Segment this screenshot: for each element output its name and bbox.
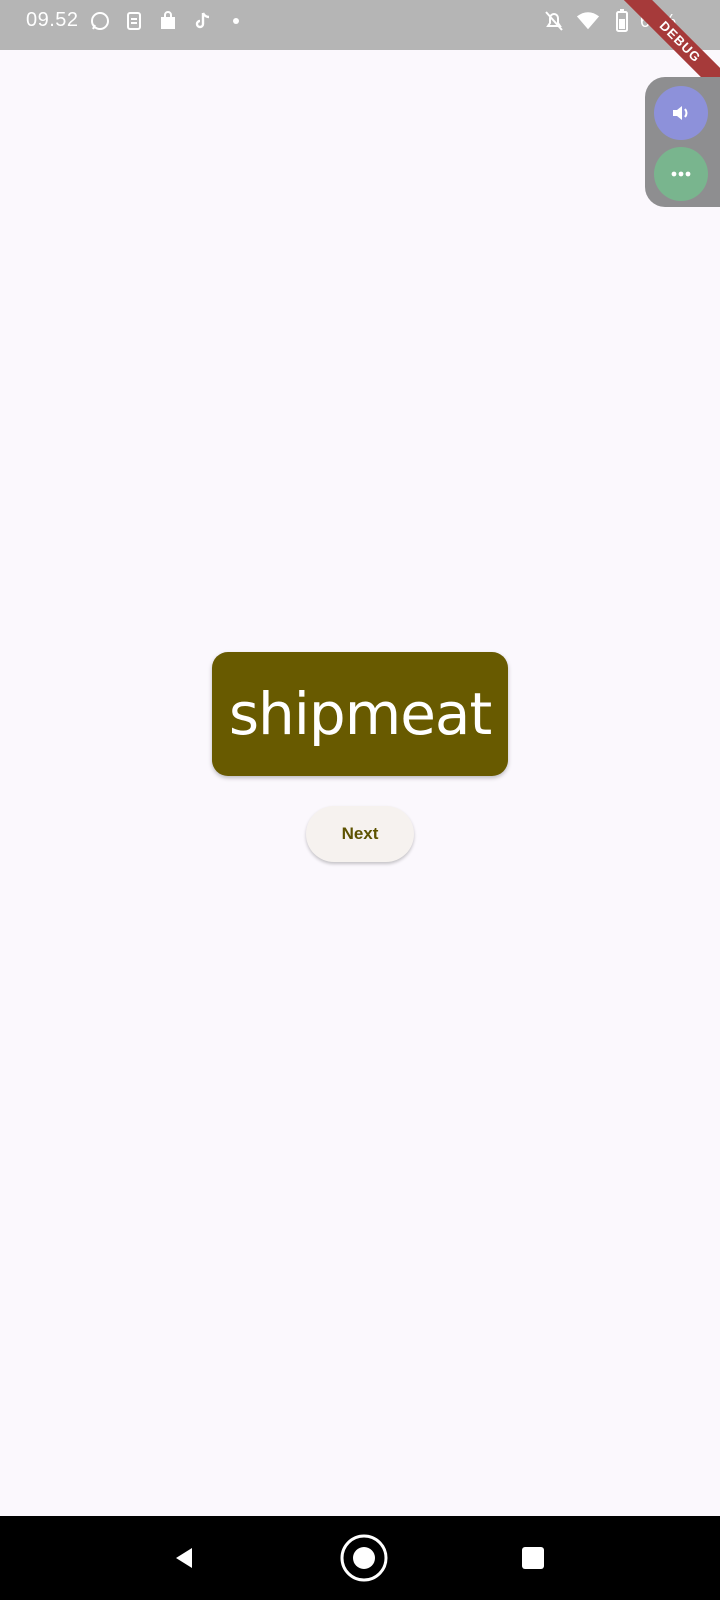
app-screen: 09.52 61% DEBUG shipmeat Next (0, 0, 720, 1600)
notification-dot-icon (224, 9, 248, 33)
battery-percentage: 61% (639, 11, 676, 31)
home-circle-icon (340, 1534, 388, 1582)
status-notification-icons (88, 9, 248, 33)
status-bar: 09.52 61% (0, 0, 720, 50)
floating-accessibility-panel (645, 77, 720, 207)
system-navigation-bar (0, 1516, 720, 1600)
s-app-icon (122, 9, 146, 33)
app-title: shipmeat (228, 680, 492, 748)
more-button[interactable] (654, 147, 708, 201)
status-time: 09.52 (26, 9, 79, 31)
tiktok-icon (190, 9, 214, 33)
recents-button[interactable] (513, 1538, 553, 1578)
wifi-icon (576, 9, 600, 33)
volume-icon (673, 106, 688, 120)
home-button[interactable] (339, 1533, 389, 1583)
title-card: shipmeat (212, 652, 508, 776)
status-system-icons: 61% (542, 9, 676, 33)
back-button[interactable] (164, 1538, 204, 1578)
whatsapp-icon (88, 9, 112, 33)
volume-button[interactable] (654, 86, 708, 140)
recents-square-icon (522, 1547, 544, 1569)
battery-icon (610, 9, 634, 33)
next-button[interactable]: Next (306, 806, 414, 862)
more-icon (671, 171, 691, 177)
bell-off-icon (542, 9, 566, 33)
shop-bag-icon (156, 9, 180, 33)
back-triangle-icon (176, 1548, 192, 1568)
